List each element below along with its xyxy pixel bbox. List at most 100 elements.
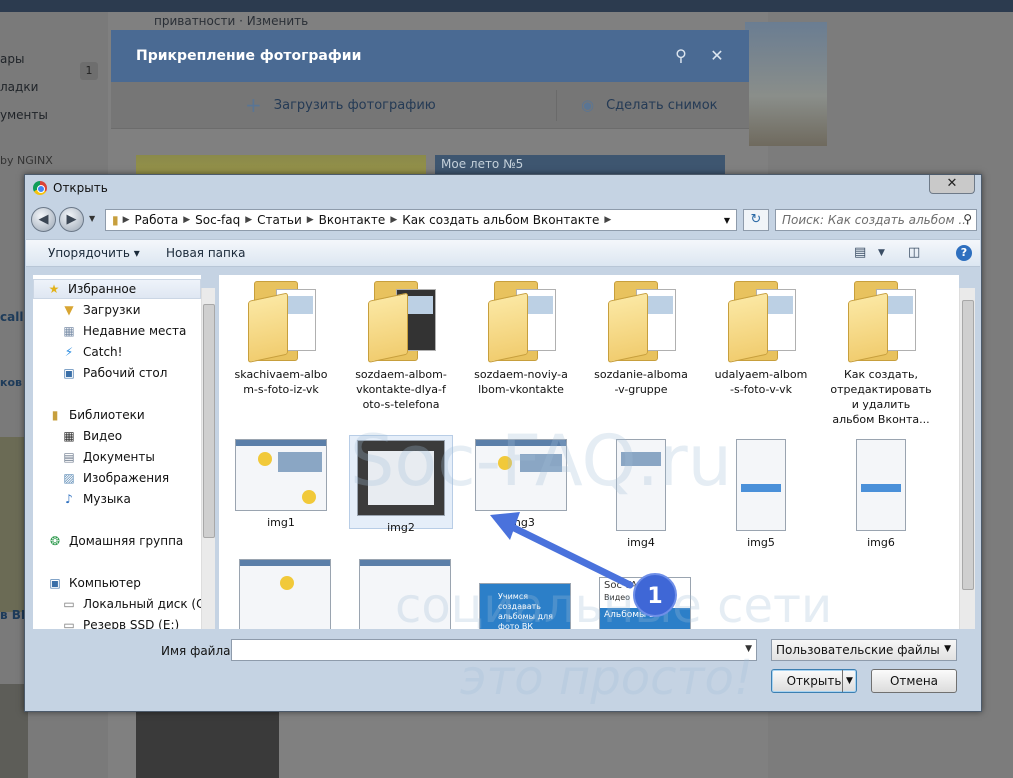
video-icon: ▦ [63, 429, 75, 443]
view-icon[interactable]: ▤ [854, 245, 866, 260]
pictures-icon: ▨ [63, 471, 75, 485]
chrome-icon [33, 181, 47, 195]
vk-nav-item[interactable]: ладки [0, 80, 38, 94]
scrollbar-thumb[interactable] [962, 300, 974, 590]
vk-nav-badge: 1 [80, 62, 98, 80]
file-name-input[interactable]: ▼ [231, 639, 757, 661]
folder-icon [488, 279, 556, 363]
sidebar-item-drive-e[interactable]: ▭ Резерв SSD (E:) [61, 615, 179, 629]
camera-icon: ◉ [581, 96, 595, 114]
refresh-button[interactable]: ↻ [743, 209, 769, 231]
close-icon[interactable]: ✕ [707, 46, 727, 66]
cancel-button[interactable]: Отмена [871, 669, 957, 693]
vk-privacy-text: приватности · Изменить [154, 14, 309, 28]
sidebar-item-homegroup[interactable]: ❂ Домашняя группа [47, 531, 183, 551]
folder-item[interactable]: sozdaem-albom- vkontakte-dlya-f oto-s-te… [349, 279, 453, 412]
upload-photo-button[interactable]: + Загрузить фотографию [245, 93, 436, 117]
search-icon[interactable]: ⚲ [671, 46, 691, 66]
image-file-item[interactable]: img6 [829, 439, 933, 550]
drive-icon: ▭ [63, 618, 75, 629]
chevron-down-icon[interactable]: ▼ [878, 248, 885, 258]
vk-nav-item[interactable]: ументы [0, 108, 48, 122]
navigation-bar: ◀ ▶ ▼ ▮ ▶ Работа ▶ Soc-faq ▶ Статьи ▶ Вк… [31, 205, 977, 233]
annotation-marker: 1 [633, 573, 677, 617]
sidebar-item-libraries[interactable]: ▮ Библиотеки [47, 405, 145, 425]
preview-pane-icon[interactable]: ◫ [908, 245, 920, 260]
folder-item[interactable]: sozdanie-alboma -v-gruppe [589, 279, 693, 397]
take-snapshot-button[interactable]: ◉ Сделать снимок [581, 96, 718, 114]
history-dropdown-icon[interactable]: ▼ [89, 214, 95, 223]
image-thumbnail[interactable] [359, 559, 451, 629]
vk-photo-thumbnail[interactable] [136, 710, 279, 778]
file-type-select[interactable]: Пользовательские файлы ▼ [771, 639, 957, 661]
dialog-close-button[interactable]: ✕ [929, 175, 975, 194]
folder-icon [608, 279, 676, 363]
folder-icon [368, 279, 436, 363]
breadcrumb[interactable]: Soc-faq [190, 213, 245, 227]
sidebar-item-computer[interactable]: ▣ Компьютер [47, 573, 141, 593]
chevron-down-icon[interactable]: ▼ [724, 216, 730, 225]
folder-item[interactable]: skachivaem-albo m-s-foto-iz-vk [229, 279, 333, 397]
file-name-label: Имя файла: [161, 644, 235, 658]
image-file-item[interactable]: img5 [709, 439, 813, 550]
lightning-icon: ⚡ [64, 345, 74, 359]
image-thumbnail[interactable] [239, 559, 331, 629]
open-button[interactable]: Открыть ▼ [771, 669, 857, 693]
sidebar-item-downloads[interactable]: ▼ Загрузки [61, 300, 140, 320]
chevron-right-icon: ▶ [122, 215, 130, 225]
drive-icon: ▭ [63, 597, 75, 611]
sidebar-item-music[interactable]: ♪ Музыка [61, 489, 131, 509]
sidebar-item-catch[interactable]: ⚡ Catch! [61, 342, 123, 362]
annotation-arrow-icon [490, 512, 634, 589]
sidebar-item-video[interactable]: ▦ Видео [61, 426, 122, 446]
file-name: img1 [267, 516, 295, 529]
dialog-title: Открыть [53, 181, 108, 195]
folder-item[interactable]: Как создать, отредактировать и удалить а… [829, 279, 933, 427]
desktop-icon: ▣ [63, 366, 75, 380]
sidebar-item-favorites[interactable]: ★ Избранное [33, 279, 201, 299]
new-folder-button[interactable]: Новая папка [166, 246, 245, 260]
folder-icon [728, 279, 796, 363]
navigation-pane: ★ Избранное ▼ Загрузки ▦ Недавние места … [33, 275, 201, 629]
command-toolbar: Упорядочить ▾ Новая папка ▤ ▼ ◫ ? [26, 239, 980, 267]
vk-nav-item[interactable]: ары [0, 52, 24, 66]
recent-places-icon: ▦ [63, 324, 75, 338]
image-file-item[interactable]: img1 [229, 439, 333, 530]
breadcrumb[interactable]: Вконтакте [314, 213, 391, 227]
chevron-right-icon: ▶ [604, 215, 612, 225]
chevron-right-icon: ▶ [390, 215, 398, 225]
breadcrumb[interactable]: Статьи [252, 213, 307, 227]
address-bar[interactable]: ▮ ▶ Работа ▶ Soc-faq ▶ Статьи ▶ Вконтакт… [105, 209, 737, 231]
chevron-down-icon[interactable]: ▼ [842, 670, 856, 692]
sidebar-item-drive-c[interactable]: ▭ Локальный диск (C:) [61, 594, 201, 614]
chevron-right-icon: ▶ [183, 215, 191, 225]
sidebar-item-pictures[interactable]: ▨ Изображения [61, 468, 169, 488]
sidebar-item-documents[interactable]: ▤ Документы [61, 447, 154, 467]
star-icon: ★ [48, 282, 60, 296]
sidebar-item-recent-places[interactable]: ▦ Недавние места [61, 321, 186, 341]
vk-ad-footer: by NGINX [0, 154, 53, 167]
folder-item[interactable]: sozdaem-noviy-a lbom-vkontakte [469, 279, 573, 397]
libraries-icon: ▮ [51, 408, 59, 422]
vk-side-text: call [0, 310, 24, 324]
scrollbar-thumb[interactable] [203, 304, 215, 538]
documents-icon: ▤ [63, 450, 75, 464]
sidebar-scrollbar[interactable] [201, 288, 215, 629]
vk-topbar [0, 0, 1013, 12]
help-icon[interactable]: ? [956, 245, 972, 261]
folder-name: Как создать, отредактировать и удалить а… [830, 368, 932, 426]
file-list-scrollbar[interactable] [959, 288, 975, 629]
folder-item[interactable]: udalyaem-albom -s-foto-v-vk [709, 279, 813, 397]
breadcrumb[interactable]: Работа [130, 213, 184, 227]
chevron-down-icon[interactable]: ▼ [745, 644, 752, 654]
search-input[interactable]: Поиск: Как создать альбом ... ⚲ [775, 209, 977, 231]
sidebar-item-desktop[interactable]: ▣ Рабочий стол [61, 363, 167, 383]
image-file-item[interactable]: img2 [349, 435, 453, 534]
organize-button[interactable]: Упорядочить ▾ [48, 246, 140, 260]
folder-name: skachivaem-albo m-s-foto-iz-vk [234, 368, 328, 396]
chevron-down-icon: ▼ [944, 644, 951, 654]
forward-button[interactable]: ▶ [59, 207, 84, 232]
homegroup-icon: ❂ [49, 534, 61, 548]
breadcrumb[interactable]: Как создать альбом Вконтакте [397, 213, 604, 227]
back-button[interactable]: ◀ [31, 207, 56, 232]
